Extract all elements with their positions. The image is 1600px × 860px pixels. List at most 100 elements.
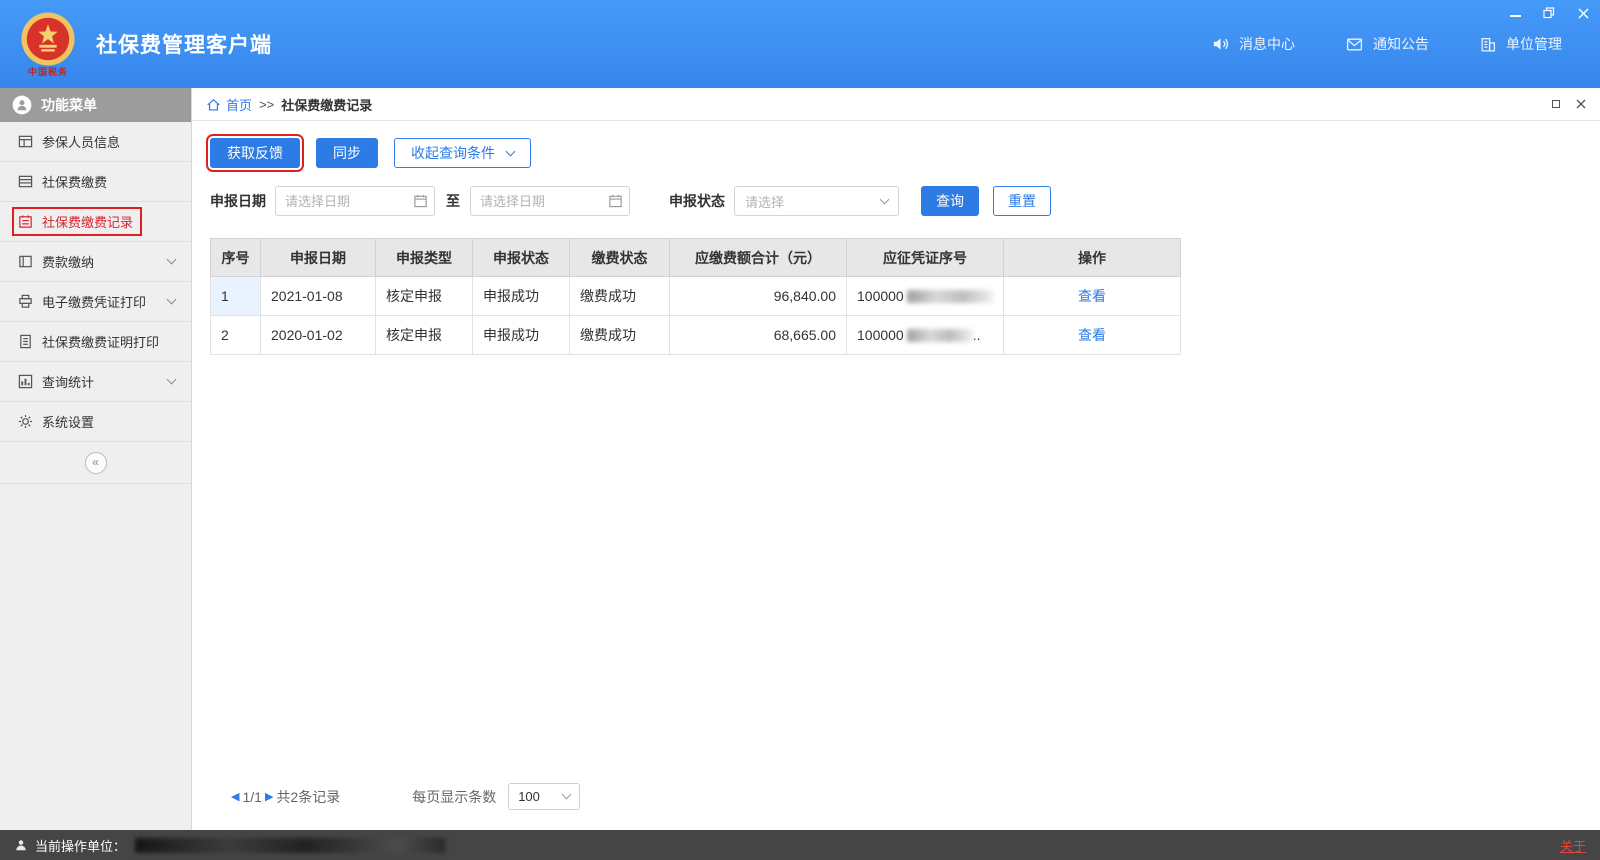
nav-unit-management[interactable]: 单位管理 [1479, 34, 1562, 54]
per-page-select[interactable]: 100 [508, 783, 580, 810]
col-header: 申报类型 [376, 239, 473, 277]
cell-action: 查看 [1004, 277, 1181, 316]
sidebar-item-system-settings[interactable]: 系统设置 [0, 402, 191, 442]
minimize-icon [1510, 15, 1521, 17]
next-page-icon[interactable]: ▶ [265, 790, 273, 803]
cell-voucher: 100000 [847, 277, 1004, 316]
speaker-icon [1210, 35, 1230, 53]
breadcrumb-home[interactable]: 首页 [206, 95, 252, 114]
reset-button[interactable]: 重置 [993, 186, 1051, 216]
nav-label: 单位管理 [1506, 34, 1562, 54]
sidebar-item-insured-info[interactable]: 参保人员信息 [0, 122, 191, 162]
minimize-button[interactable] [1508, 6, 1522, 20]
sidebar-collapse-button[interactable]: « [85, 452, 107, 474]
date-to-input[interactable] [470, 186, 630, 216]
chevron-down-icon [562, 790, 572, 800]
cell-pay-status: 缴费成功 [570, 277, 670, 316]
record-count: 共2条记录 [276, 787, 340, 807]
date-from-field [275, 186, 435, 216]
tab-close-icon[interactable] [1576, 99, 1586, 109]
tab-maximize-icon[interactable] [1552, 100, 1560, 108]
ledger-icon [18, 254, 33, 269]
to-label: 至 [446, 191, 460, 211]
user-icon [14, 838, 28, 852]
declare-status-select[interactable]: 请选择 [734, 186, 899, 216]
col-header: 应征凭证序号 [847, 239, 1004, 277]
certificate-icon [18, 334, 33, 349]
col-header: 应缴费额合计（元） [670, 239, 847, 277]
chevron-down-icon [167, 295, 177, 305]
cell-date: 2020-01-02 [261, 316, 376, 355]
record-icon [18, 214, 33, 229]
cell-seq: 1 [211, 277, 261, 316]
per-page-label: 每页显示条数 [412, 787, 496, 807]
sidebar: 功能菜单 参保人员信息 社保费缴费 社保费缴费记录 费款缴纳 [0, 88, 192, 830]
sidebar-item-fee-payment[interactable]: 社保费缴费 [0, 162, 191, 202]
nav-label: 通知公告 [1373, 34, 1429, 54]
chevron-down-icon [167, 375, 177, 385]
nav-message-center[interactable]: 消息中心 [1210, 34, 1295, 54]
sidebar-collapse-row: « [0, 442, 191, 484]
cell-declare-status: 申报成功 [473, 277, 570, 316]
cell-pay-status: 缴费成功 [570, 316, 670, 355]
sidebar-item-query-stats[interactable]: 查询统计 [0, 362, 191, 402]
cell-date: 2021-01-08 [261, 277, 376, 316]
sidebar-menu: 参保人员信息 社保费缴费 社保费缴费记录 费款缴纳 电子缴费凭证打 [0, 122, 191, 442]
gear-icon [18, 414, 33, 429]
table-header-row: 序号 申报日期 申报类型 申报状态 缴费状态 应缴费额合计（元） 应征凭证序号 … [211, 239, 1181, 277]
declare-status-label: 申报状态 [669, 191, 725, 211]
grid-icon [18, 134, 33, 149]
redacted-voucher [907, 290, 993, 303]
menu-badge-icon [12, 95, 32, 115]
printer-icon [18, 294, 33, 309]
chevron-down-icon [880, 194, 890, 204]
records-table: 序号 申报日期 申报类型 申报状态 缴费状态 应缴费额合计（元） 应征凭证序号 … [210, 238, 1181, 355]
close-icon [1578, 8, 1589, 19]
calendar-icon [608, 193, 623, 208]
sidebar-item-fee-pay[interactable]: 费款缴纳 [0, 242, 191, 282]
get-feedback-button[interactable]: 获取反馈 [210, 138, 300, 168]
table-icon [18, 174, 33, 189]
home-icon [206, 97, 221, 112]
view-link[interactable]: 查看 [1078, 288, 1106, 304]
cell-seq: 2 [211, 316, 261, 355]
sidebar-title: 功能菜单 [41, 95, 97, 115]
col-header: 序号 [211, 239, 261, 277]
cell-action: 查看 [1004, 316, 1181, 355]
current-unit-label: 当前操作单位： [35, 836, 126, 855]
date-to-field [470, 186, 630, 216]
table-row: 1 2021-01-08 核定申报 申报成功 缴费成功 96,840.00 10… [211, 277, 1181, 316]
cell-voucher: 100000.. [847, 316, 1004, 355]
chevron-down-icon [167, 255, 177, 265]
pagination: ◀ 1/1 ▶ 共2条记录 每页显示条数 100 [192, 783, 1600, 830]
cell-type: 核定申报 [376, 277, 473, 316]
breadcrumb-current: 社保费缴费记录 [281, 95, 372, 114]
toolbar: 获取反馈 同步 收起查询条件 [192, 121, 1600, 178]
col-header: 缴费状态 [570, 239, 670, 277]
restore-button[interactable] [1542, 6, 1556, 20]
mail-icon [1345, 36, 1364, 53]
declare-date-label: 申报日期 [210, 191, 266, 211]
redacted-unit-name [135, 838, 445, 853]
restore-icon [1543, 7, 1555, 19]
close-button[interactable] [1576, 6, 1590, 20]
about-link[interactable]: 关于 [1560, 836, 1586, 855]
collapse-query-button[interactable]: 收起查询条件 [394, 138, 531, 168]
sidebar-item-payment-cert-print[interactable]: 社保费缴费证明打印 [0, 322, 191, 362]
col-header: 操作 [1004, 239, 1181, 277]
chart-icon [18, 374, 33, 389]
date-from-input[interactable] [275, 186, 435, 216]
redacted-voucher [907, 329, 973, 342]
breadcrumb: 首页 >> 社保费缴费记录 [192, 88, 1600, 121]
cell-amount: 96,840.00 [670, 277, 847, 316]
query-button[interactable]: 查询 [921, 186, 979, 216]
header-nav: 消息中心 通知公告 单位管理 [1210, 34, 1562, 54]
nav-notices[interactable]: 通知公告 [1345, 34, 1429, 54]
emblem-icon [20, 11, 76, 67]
building-icon [1479, 36, 1497, 53]
prev-page-icon[interactable]: ◀ [231, 790, 239, 803]
sidebar-item-payment-records[interactable]: 社保费缴费记录 [0, 202, 191, 242]
view-link[interactable]: 查看 [1078, 327, 1106, 343]
sidebar-item-evoucher-print[interactable]: 电子缴费凭证打印 [0, 282, 191, 322]
sync-button[interactable]: 同步 [316, 138, 378, 168]
